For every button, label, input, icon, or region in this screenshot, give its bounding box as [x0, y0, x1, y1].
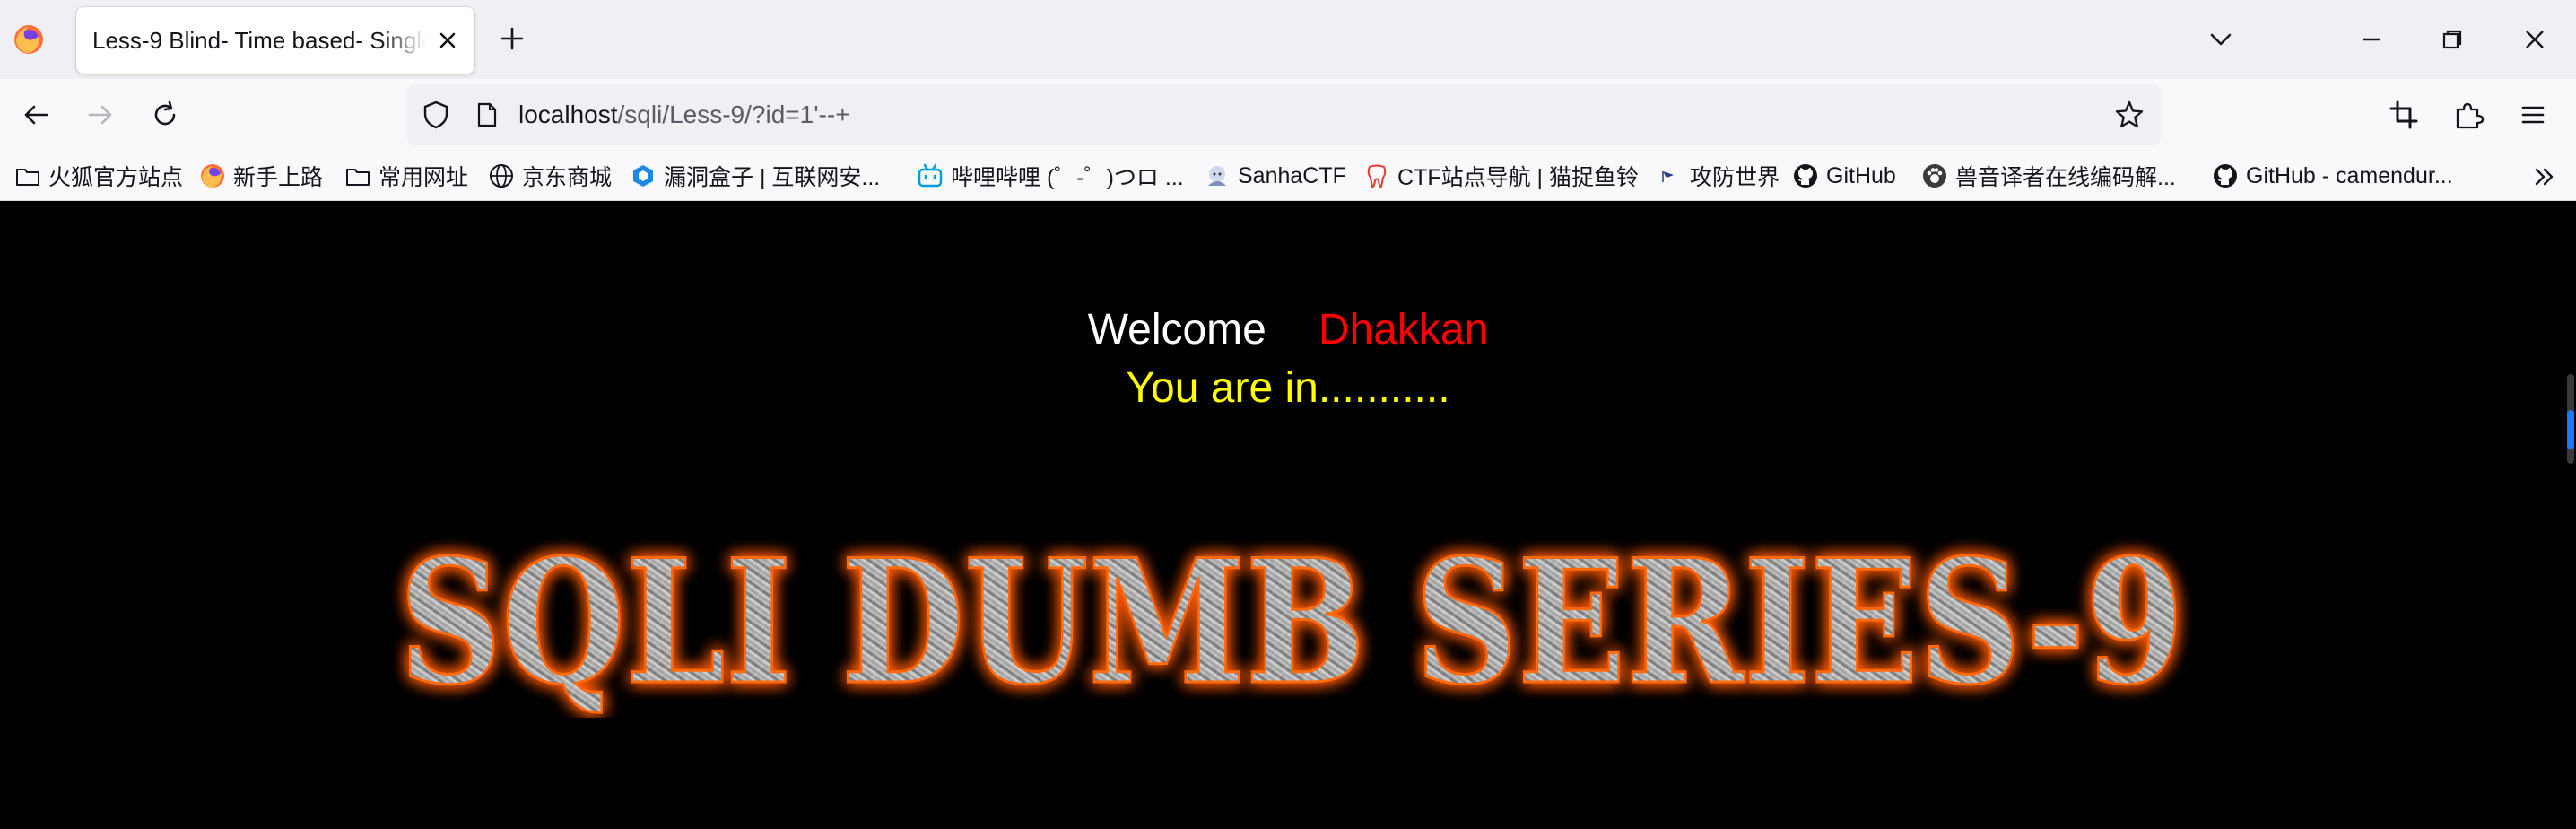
series-banner: SQLI DUMB SERIES-9	[377, 520, 2206, 719]
anime-avatar-icon	[1204, 162, 1231, 189]
bookmark-label: 京东商城	[522, 165, 613, 190]
new-tab-plus-icon[interactable]	[495, 22, 529, 56]
bookmark-item[interactable]: GitHub	[1792, 151, 1896, 201]
url-text[interactable]: localhost/sqli/Less-9/?id=1'--+	[518, 84, 850, 145]
bookmark-label: CTF站点导航 | 猫捉鱼铃	[1397, 165, 1639, 190]
welcome-line: Welcome Dhakkan	[0, 305, 2576, 354]
bookmark-label: 兽音译者在线编码解...	[1955, 165, 2176, 190]
active-tab[interactable]: Less-9 Blind- Time based- Single Quotes-…	[76, 7, 474, 74]
hamburger-menu-icon[interactable]	[2515, 97, 2551, 133]
bookmark-item[interactable]: 新手上路	[199, 151, 323, 201]
folder-icon	[14, 162, 41, 189]
github-icon	[1792, 162, 1819, 189]
cube-icon	[630, 162, 657, 189]
address-bar[interactable]: localhost/sqli/Less-9/?id=1'--+	[407, 84, 2161, 145]
url-host: localhost	[518, 100, 618, 128]
more-bookmarks-chevron-icon[interactable]	[2529, 161, 2560, 192]
minimize-icon[interactable]	[2354, 22, 2389, 57]
folder-icon	[344, 162, 371, 189]
scrollbar-indicator	[2567, 410, 2574, 449]
globe-icon	[488, 162, 515, 189]
firefox-logo-icon[interactable]	[13, 23, 45, 56]
bookmarks-toolbar: 火狐官方站点 新手上路 常用网址 京东商城 漏洞盒子 | 互联网安... 哔哩哔…	[0, 151, 2576, 201]
bookmark-label: GitHub - camendur...	[2246, 162, 2453, 188]
reload-icon[interactable]	[147, 97, 183, 133]
flag-icon	[1656, 162, 1683, 189]
back-arrow-icon[interactable]	[18, 97, 54, 133]
tab-strip: Less-9 Blind- Time based- Single Quotes-…	[0, 0, 2576, 79]
bookmark-item[interactable]: GitHub - camendur...	[2212, 151, 2453, 201]
username-text: Dhakkan	[1318, 306, 1489, 353]
bookmark-label: SanhaCTF	[1238, 162, 1346, 188]
bookmark-item[interactable]: SanhaCTF	[1204, 151, 1346, 201]
screenshot-crop-icon[interactable]	[2386, 97, 2422, 133]
bookmark-item[interactable]: 哔哩哔哩 (゜-゜)つロ ...	[917, 151, 1184, 201]
close-window-icon[interactable]	[2517, 22, 2553, 57]
paw-icon	[1921, 162, 1948, 189]
shield-icon[interactable]	[420, 99, 452, 131]
bilibili-icon	[917, 162, 944, 189]
github-icon	[2212, 162, 2239, 189]
bookmark-label: 攻防世界	[1690, 165, 1780, 190]
bookmark-item[interactable]: 京东商城	[488, 151, 612, 201]
bookmark-item[interactable]: CTF站点导航 | 猫捉鱼铃	[1363, 151, 1639, 201]
bookmark-star-icon[interactable]	[2112, 98, 2146, 132]
page-info-icon[interactable]	[472, 100, 500, 129]
list-all-tabs-chevron-icon[interactable]	[2205, 23, 2237, 56]
bookmark-label: 哔哩哔哩 (゜-゜)つロ ...	[951, 165, 1184, 190]
series-banner-text: SQLI DUMB SERIES-9	[399, 522, 2184, 718]
bookmark-item[interactable]: 漏洞盒子 | 互联网安...	[630, 151, 880, 201]
bookmark-label: 漏洞盒子 | 互联网安...	[664, 165, 881, 190]
bookmark-label: 火狐官方站点	[48, 165, 184, 190]
tab-title: Less-9 Blind- Time based- Single Quotes-…	[92, 27, 426, 54]
close-tab-icon[interactable]	[433, 26, 462, 55]
bookmark-label: 新手上路	[233, 165, 324, 190]
tooth-icon	[1363, 162, 1390, 189]
bookmark-label: 常用网址	[379, 165, 469, 190]
forward-arrow-icon[interactable]	[83, 97, 118, 133]
bookmark-item[interactable]: 火狐官方站点	[14, 151, 183, 201]
welcome-text: Welcome	[1087, 306, 1266, 353]
restore-icon[interactable]	[2434, 22, 2470, 57]
extensions-puzzle-icon[interactable]	[2450, 97, 2486, 133]
bookmark-item[interactable]: 攻防世界	[1656, 151, 1780, 201]
navigation-toolbar: localhost/sqli/Less-9/?id=1'--+	[0, 79, 2576, 151]
firefox-icon	[199, 162, 226, 189]
page-content: Welcome Dhakkan You are in........... SQ…	[0, 202, 2576, 829]
status-message: You are in...........	[1126, 364, 1450, 412]
bookmark-label: GitHub	[1826, 162, 1896, 188]
bookmark-item[interactable]: 兽音译者在线编码解...	[1921, 151, 2176, 201]
url-path: /sqli/Less-9/?id=1'--+	[617, 100, 850, 128]
bookmark-item[interactable]: 常用网址	[344, 151, 468, 201]
